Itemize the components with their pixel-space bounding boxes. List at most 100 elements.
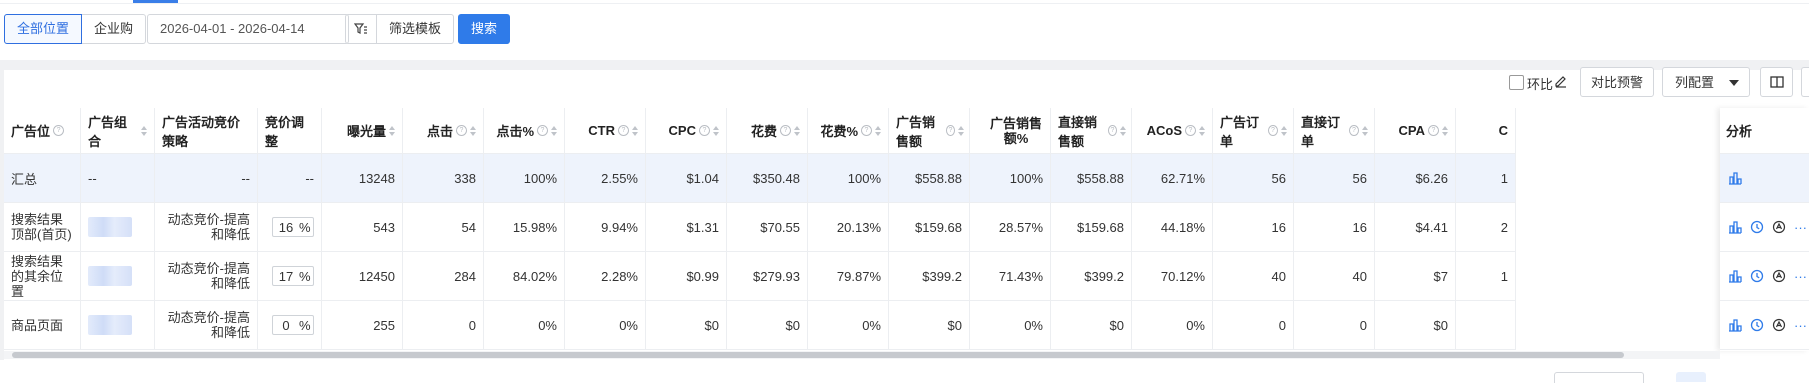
sort-icon[interactable]: [632, 125, 638, 136]
value: $1.31: [686, 219, 719, 235]
header-direct-orders[interactable]: 直接订单?: [1294, 108, 1375, 154]
filter-template-button[interactable]: 筛选模板: [376, 14, 455, 44]
cell-ad-orders: 56: [1213, 154, 1294, 203]
header-ad-sales[interactable]: 广告销售额?: [889, 108, 970, 154]
header-cpa[interactable]: CPA?: [1375, 108, 1456, 154]
scope-business-button[interactable]: 企业购: [82, 14, 147, 44]
help-icon[interactable]: ?: [1349, 125, 1359, 136]
header-ad-orders[interactable]: 广告订单?: [1213, 108, 1294, 154]
history-icon[interactable]: [1772, 220, 1786, 234]
cell-cut: 2: [1456, 203, 1516, 252]
value: $399.2: [1084, 268, 1124, 284]
help-icon[interactable]: ?: [780, 125, 791, 136]
sort-icon[interactable]: [551, 125, 557, 136]
pagination-current[interactable]: [1676, 372, 1706, 382]
more-icon[interactable]: ···: [1794, 318, 1807, 333]
clock-icon[interactable]: [1750, 220, 1764, 234]
sort-icon[interactable]: [1199, 125, 1205, 136]
sort-icon[interactable]: [389, 125, 395, 136]
cell-ad-sales: $159.68: [889, 203, 970, 252]
compare-alert-button[interactable]: 对比预警: [1580, 67, 1654, 97]
sort-icon[interactable]: [1442, 125, 1448, 136]
cell-ad-orders: 16: [1213, 203, 1294, 252]
value: 255: [373, 317, 395, 333]
header-acos[interactable]: ACoS?: [1132, 108, 1213, 154]
sort-icon[interactable]: [794, 125, 800, 136]
hb-checkbox[interactable]: [1509, 75, 1524, 90]
value: 0: [1359, 317, 1367, 333]
value: --: [241, 170, 250, 186]
cell-acos: 44.18%: [1132, 203, 1213, 252]
help-icon[interactable]: ?: [1108, 125, 1117, 136]
sort-icon[interactable]: [1280, 125, 1288, 136]
bid-adjust-input[interactable]: 16%: [272, 217, 314, 237]
cell-acos: 0%: [1132, 301, 1213, 350]
scrollbar-thumb[interactable]: [12, 352, 1624, 358]
help-icon[interactable]: ?: [699, 125, 710, 136]
value: $7: [1433, 268, 1448, 284]
cell-direct-sales: $159.68: [1051, 203, 1132, 252]
help-icon[interactable]: ?: [456, 125, 467, 136]
history-icon[interactable]: [1772, 318, 1786, 332]
header-click-pct[interactable]: 点击%?: [484, 108, 565, 154]
layout-toggle-button[interactable]: [1760, 67, 1793, 97]
help-icon[interactable]: ?: [53, 125, 65, 136]
sort-icon[interactable]: [1361, 125, 1369, 136]
help-icon[interactable]: ?: [537, 125, 548, 136]
header-direct-sales[interactable]: 直接销售额?: [1051, 108, 1132, 154]
help-icon[interactable]: ?: [1268, 125, 1278, 136]
history-icon[interactable]: [1772, 269, 1786, 283]
help-icon[interactable]: ?: [946, 125, 955, 136]
columns-icon: [1769, 76, 1784, 88]
header-ad-group[interactable]: 广告组合: [81, 108, 155, 154]
sort-icon[interactable]: [713, 125, 719, 136]
more-icon[interactable]: ···: [1794, 269, 1807, 284]
header-spend-pct[interactable]: 花费%?: [808, 108, 889, 154]
cell-spend-pct: 100%: [808, 154, 889, 203]
cell-direct-sales: $558.88: [1051, 154, 1132, 203]
cell-clicks: 338: [403, 154, 484, 203]
scope-all-button[interactable]: 全部位置: [4, 14, 83, 44]
value: 12450: [358, 268, 395, 284]
clock-icon[interactable]: [1750, 318, 1764, 332]
sort-icon[interactable]: [875, 125, 881, 136]
filter-funnel-icon: [354, 23, 367, 34]
help-icon[interactable]: ?: [1185, 125, 1196, 136]
filter-button[interactable]: [345, 14, 377, 44]
value: 2: [1500, 219, 1508, 235]
header-clicks[interactable]: 点击?: [403, 108, 484, 154]
header-spend[interactable]: 花费?: [727, 108, 808, 154]
help-icon[interactable]: ?: [618, 125, 629, 136]
cell-click-pct: 100%: [484, 154, 565, 203]
value: $0.99: [686, 268, 719, 284]
cell-spend-pct: 20.13%: [808, 203, 889, 252]
header-cpc[interactable]: CPC?: [646, 108, 727, 154]
header-ad-sales-pct: 广告销售额%: [970, 108, 1051, 154]
cell-spend: $279.93: [727, 252, 808, 301]
more-icon[interactable]: ···: [1794, 220, 1807, 235]
edit-icon[interactable]: [1554, 74, 1568, 93]
help-icon[interactable]: ?: [861, 125, 872, 136]
column-config-dropdown[interactable]: 列配置: [1662, 67, 1750, 97]
bar-chart-icon[interactable]: [1728, 318, 1742, 332]
page-size-select[interactable]: [1554, 372, 1644, 383]
help-icon[interactable]: ?: [1428, 125, 1439, 136]
header-ctr[interactable]: CTR?: [565, 108, 646, 154]
bar-chart-icon[interactable]: [1728, 269, 1742, 283]
sort-icon[interactable]: [957, 125, 965, 136]
value: 71.43%: [998, 268, 1043, 284]
search-button[interactable]: 搜索: [458, 14, 511, 44]
sort-icon[interactable]: [1119, 125, 1127, 136]
value: --: [88, 170, 97, 186]
bid-adjust-input[interactable]: 0%: [272, 315, 314, 335]
extra-toolbar-button[interactable]: [1801, 67, 1809, 97]
header-impressions[interactable]: 曝光量: [322, 108, 403, 154]
bid-adjust-input[interactable]: 17%: [272, 266, 314, 286]
bar-chart-icon[interactable]: [1728, 171, 1742, 185]
clock-icon[interactable]: [1750, 269, 1764, 283]
sort-icon[interactable]: [141, 125, 147, 136]
header-label: 曝光量: [346, 124, 386, 139]
sort-icon[interactable]: [470, 125, 476, 136]
bar-chart-icon[interactable]: [1728, 220, 1742, 234]
date-range-picker[interactable]: 2026-04-01 - 2026-04-14: [147, 14, 349, 44]
